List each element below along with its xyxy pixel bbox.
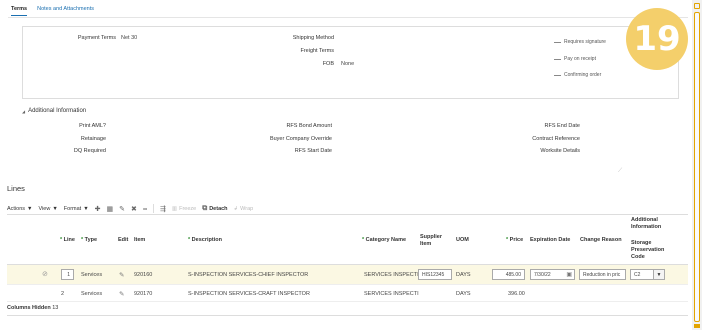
tab-notes-and-attachments[interactable]: Notes and Attachments <box>37 6 94 16</box>
detach-icon: ⧉ <box>202 204 208 212</box>
rfs-start-date-label: RFS Start Date <box>294 148 332 154</box>
freeze-button[interactable]: ▥ Freeze <box>172 206 196 212</box>
format-menu[interactable]: Format ▼ <box>64 206 89 212</box>
line-number-input[interactable]: 1 <box>61 269 74 280</box>
col-edit[interactable]: Edit <box>118 237 128 244</box>
col-additional-information[interactable]: Additional Information <box>631 217 661 231</box>
col-expiration-date[interactable]: Expiration Date <box>530 237 570 244</box>
wrap-icon: ↲ <box>233 205 239 212</box>
attachment-icon[interactable]: ⊘ <box>42 270 48 278</box>
contract-reference-label: Contract Reference <box>532 136 580 142</box>
view-menu[interactable]: View ▼ <box>39 206 58 212</box>
col-type[interactable]: * Type <box>81 237 97 244</box>
payment-terms-label: Payment Terms <box>77 35 116 41</box>
split-icon[interactable]: ⫬ <box>143 205 147 213</box>
tab-terms[interactable]: Terms <box>11 6 28 16</box>
scroll-down-icon[interactable] <box>694 324 700 328</box>
supplier-item-input[interactable]: HIS12345 <box>418 269 452 280</box>
col-description[interactable]: * Description <box>188 237 222 244</box>
col-line[interactable]: * Line <box>60 237 75 244</box>
expiration-date-input[interactable]: 7/30/22 ▣ <box>530 269 575 280</box>
row-price: 396.00 <box>508 291 525 297</box>
chevron-down-icon: ▼ <box>52 205 58 212</box>
row-description: S-INSPECTION SERVICES-CHIEF INSPECTOR <box>188 272 309 278</box>
col-storage-preservation-code[interactable]: Storage Preservation Code <box>631 240 664 261</box>
row-uom: DAYS <box>456 291 471 297</box>
chevron-down-icon[interactable]: ▼ <box>653 269 665 280</box>
col-price[interactable]: * Price <box>506 237 523 244</box>
dq-required-label: DQ Required <box>73 148 106 154</box>
shipping-method-label: Shipping Method <box>292 35 334 41</box>
worksite-details-label: Worksite Details <box>540 148 580 154</box>
edit-pencil-icon[interactable]: ✎ <box>119 271 124 279</box>
edit-pencil-icon[interactable]: ✎ <box>119 290 124 298</box>
edit-icon[interactable]: ✎ <box>119 205 125 213</box>
lines-title: Lines <box>7 184 25 193</box>
price-input[interactable]: 485.00 <box>492 269 525 280</box>
col-item[interactable]: Item <box>134 237 145 244</box>
col-supplier-item[interactable]: Supplier Item <box>420 234 442 248</box>
row-uom: DAYS <box>456 272 471 278</box>
fob-label: FOB <box>322 61 334 67</box>
grid-top-border <box>7 214 688 215</box>
retainage-label: Retainage <box>80 136 106 142</box>
pay-on-receipt-checkbox[interactable]: Pay on receipt <box>554 56 596 62</box>
change-reason-input[interactable]: Reduction in pric <box>579 269 626 280</box>
freeze-icon: ▥ <box>171 205 178 212</box>
toolbar-separator <box>153 204 154 213</box>
col-change-reason[interactable]: Change Reason <box>580 237 622 244</box>
lines-toolbar: Actions ▼ View ▼ Format ▼ ✚ ▦ ✎ ✖ ⫬ ⇶ ▥ Free… <box>7 204 253 213</box>
detach-button[interactable]: ⧉ Detach <box>202 205 227 213</box>
actions-menu[interactable]: Actions ▼ <box>7 206 33 212</box>
fob-value: None <box>341 61 355 67</box>
wrap-button[interactable]: ↲ Wrap <box>234 206 254 212</box>
row-line: 2 <box>61 291 65 297</box>
buyer-company-override-label: Buyer Company Override <box>269 136 332 142</box>
duplicate-icon[interactable]: ▦ <box>107 205 114 213</box>
rfs-bond-amount-label: RFS Bond Amount <box>286 123 332 129</box>
rfs-end-date-label: RFS End Date <box>544 123 580 129</box>
additional-info-header[interactable]: ◢ Additional Information <box>22 108 86 114</box>
add-icon[interactable]: ✚ <box>95 205 101 213</box>
table-row[interactable] <box>7 286 688 302</box>
chevron-down-icon: ▼ <box>83 205 89 212</box>
collapse-triangle-icon: ◢ <box>22 108 26 114</box>
row-category: SERVICES INSPECTI <box>364 272 419 278</box>
resize-handle-icon[interactable]: ⟋ <box>618 168 622 175</box>
delete-icon[interactable]: ✖ <box>131 205 137 213</box>
print-aml-label: Print AML? <box>79 123 106 129</box>
row-item: 920170 <box>134 291 153 297</box>
storage-code-select[interactable]: C2 <box>630 269 654 280</box>
scroll-up-icon[interactable] <box>694 3 700 9</box>
row-category: SERVICES INSPECTI <box>364 291 419 297</box>
chevron-down-icon: ▼ <box>27 205 33 212</box>
scroll-thumb[interactable] <box>694 12 700 322</box>
grid-bottom-border <box>7 315 688 316</box>
payment-terms-value: Net 30 <box>121 35 138 41</box>
confirming-order-checkbox[interactable]: Confirming order <box>554 72 601 78</box>
tab-divider <box>8 17 688 18</box>
row-description: S-INSPECTION SERVICES-CRAFT INSPECTOR <box>188 291 310 297</box>
calendar-icon: ▣ <box>566 272 572 278</box>
row-type: Services <box>81 291 103 297</box>
row-item: 920160 <box>134 272 153 278</box>
requires-signature-checkbox[interactable]: Requires signature <box>554 39 606 45</box>
additional-info-title: Additional Information <box>28 108 87 114</box>
tab-bar: Terms Notes and Attachments <box>11 6 94 16</box>
row-type: Services <box>81 272 103 278</box>
step-badge: 19 <box>626 8 688 70</box>
vertical-scrollbar[interactable] <box>692 0 702 330</box>
columns-icon[interactable]: ⇶ <box>160 205 166 213</box>
col-uom[interactable]: UOM <box>456 237 469 244</box>
freight-terms-label: Freight Terms <box>300 48 334 54</box>
col-category-name[interactable]: * Category Name <box>362 237 406 244</box>
columns-hidden-footer: Columns Hidden 13 <box>7 305 59 311</box>
